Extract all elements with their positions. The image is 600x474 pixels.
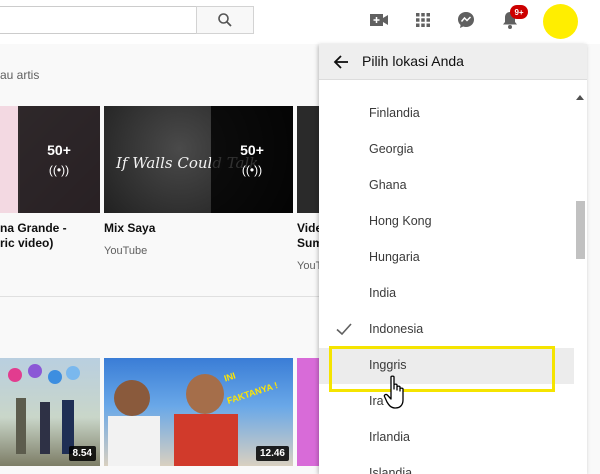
card-title[interactable]: Mix Saya — [104, 221, 155, 236]
thumbnail-text: INI — [222, 370, 237, 384]
location-label: Georgia — [369, 142, 414, 156]
video-thumbnail[interactable]: 8.54 — [0, 358, 100, 466]
video-duration: 12.46 — [255, 446, 289, 461]
video-thumbnail[interactable]: INI FAKTANYA ! 12.46 — [104, 358, 293, 466]
apps-grid-icon — [416, 13, 430, 27]
location-label: India — [369, 286, 397, 300]
scroll-up-arrow-icon[interactable] — [575, 93, 585, 103]
card-title[interactable]: na Grande - — [0, 221, 67, 236]
playlist-count-overlay: 50+ ((•)) — [18, 106, 100, 213]
messages-button[interactable] — [454, 8, 478, 32]
location-item-selected[interactable]: Indonesia — [319, 312, 574, 348]
location-menu: Pilih lokasi Anda Finlandia Georgia Ghan… — [319, 44, 587, 474]
playlist-count-overlay: 50+ ((•)) — [211, 106, 293, 213]
location-item[interactable]: Irlandia — [319, 420, 574, 456]
location-menu-header: Pilih lokasi Anda — [319, 44, 587, 80]
section-divider — [0, 296, 320, 297]
card-title[interactable]: ric video) — [0, 236, 53, 251]
location-label: Indonesia — [369, 322, 424, 336]
hand-cursor-icon — [383, 375, 404, 409]
location-label: Inggris — [369, 358, 407, 372]
location-menu-title: Pilih lokasi Anda — [362, 53, 464, 69]
location-label: Islandia — [369, 466, 413, 474]
messages-icon — [458, 12, 474, 28]
search-input[interactable] — [0, 6, 196, 34]
apps-button[interactable] — [411, 8, 435, 32]
playlist-thumbnail[interactable]: If Walls Could Talk 50+ ((•)) — [104, 106, 293, 213]
playlist-count: 50+ — [47, 142, 71, 158]
search-button[interactable] — [196, 6, 254, 34]
thumbnail-text: FAKTANYA ! — [225, 380, 279, 406]
radio-icon: ((•)) — [241, 163, 263, 177]
notification-badge: 9+ — [510, 5, 528, 19]
video-duration: 8.54 — [68, 446, 96, 461]
location-item[interactable]: Finlandia — [319, 96, 574, 132]
checkmark-icon — [336, 323, 352, 336]
arrow-back-icon — [333, 55, 348, 69]
location-item-hovered[interactable]: Inggris — [319, 348, 574, 384]
location-item[interactable]: Hungaria — [319, 240, 574, 276]
location-label: Hong Kong — [369, 214, 432, 228]
playlist-count: 50+ — [240, 142, 264, 158]
avatar[interactable] — [543, 4, 578, 39]
search-icon — [218, 13, 232, 27]
location-label: Hungaria — [369, 250, 420, 264]
masthead: 9+ — [0, 0, 600, 44]
location-item[interactable]: Islandia — [319, 456, 574, 474]
create-video-button[interactable] — [367, 8, 391, 32]
location-item[interactable]: Ghana — [319, 168, 574, 204]
section-label: au artis — [0, 68, 40, 82]
location-item[interactable]: Hong Kong — [319, 204, 574, 240]
location-item[interactable]: India — [319, 276, 574, 312]
radio-icon: ((•)) — [48, 163, 70, 177]
location-item[interactable]: Georgia — [319, 132, 574, 168]
location-label: Finlandia — [369, 106, 420, 120]
location-label: Irlandia — [369, 430, 410, 444]
location-list: Finlandia Georgia Ghana Hong Kong Hungar… — [319, 96, 574, 474]
location-label: Ira — [369, 394, 384, 408]
card-channel: YouTube — [104, 245, 148, 257]
location-label: Ghana — [369, 178, 407, 192]
scrollbar-thumb[interactable] — [576, 201, 585, 259]
video-camera-icon — [370, 14, 388, 26]
back-button[interactable] — [329, 50, 353, 74]
playlist-thumbnail[interactable]: 50+ ((•)) — [0, 106, 100, 213]
location-item[interactable]: Ira — [319, 384, 574, 420]
